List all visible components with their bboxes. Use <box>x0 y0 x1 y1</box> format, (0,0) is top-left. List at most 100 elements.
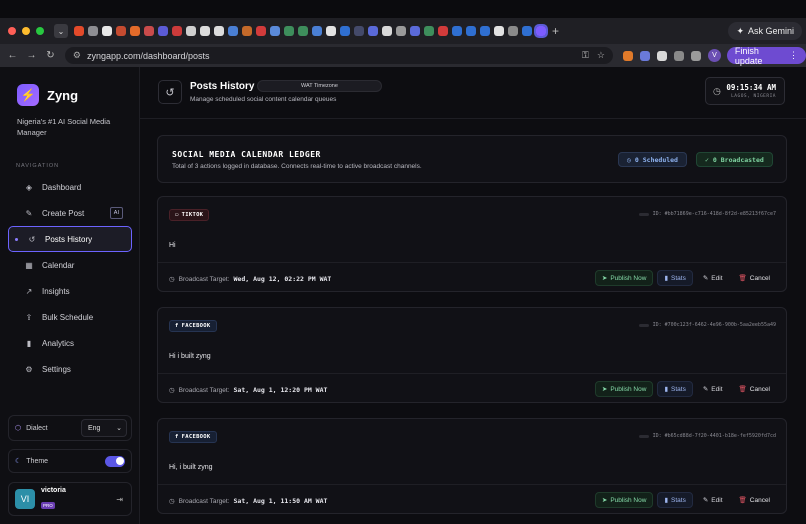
publish-now-button[interactable]: ➤ Publish Now <box>594 270 654 286</box>
publish-now-button[interactable]: ➤ Publish Now <box>594 381 654 397</box>
tab-favicon[interactable] <box>326 26 336 36</box>
tab-favicon[interactable] <box>354 26 364 36</box>
cancel-button[interactable]: 🗑 Cancel <box>733 270 777 286</box>
profile-avatar[interactable]: V <box>707 49 721 62</box>
extension-icon[interactable] <box>656 50 667 61</box>
edit-button[interactable]: ✎ Edit <box>697 381 729 397</box>
sidebar-item-bulk-schedule[interactable]: ⇪ Bulk Schedule <box>8 304 132 330</box>
brand[interactable]: ⚡ Zyng <box>17 84 78 106</box>
post-card-body: ▭ TIKTOK ID: #bb71869e-c716-418d-8f2d-e8… <box>158 197 786 262</box>
more-menu-icon: ⋮ <box>788 50 798 60</box>
side-panel-icon[interactable] <box>690 50 701 61</box>
sidebar-nav: ◈ Dashboard ✎ Create Post AI ↺ Posts His… <box>8 174 132 382</box>
password-key-icon[interactable]: ⚿ <box>582 50 589 61</box>
tab-favicon[interactable] <box>508 26 518 36</box>
finish-update-button[interactable]: Finish update ⋮ <box>726 45 806 66</box>
stats-button[interactable]: ▮ Stats <box>657 270 693 286</box>
tab-favicon[interactable] <box>214 26 224 36</box>
sidebar-item-insights[interactable]: ↗ Insights <box>8 278 132 304</box>
pro-badge: PRO <box>41 501 55 509</box>
dialect-select[interactable]: Eng ⌄ <box>81 419 127 437</box>
tab-favicon[interactable] <box>340 26 350 36</box>
forward-arrow-icon[interactable]: → <box>25 50 38 61</box>
new-tab-button[interactable]: + <box>552 24 559 38</box>
tab-favicon[interactable] <box>522 26 532 36</box>
post-actions: ➤ Publish Now ▮ Stats ✎ Edit 🗑 Cancel <box>594 270 777 286</box>
bookmark-star-icon[interactable]: ☆ <box>597 50 605 61</box>
tab-favicon[interactable] <box>74 26 84 36</box>
tab-favicon[interactable] <box>466 26 476 36</box>
brand-tagline: Nigeria's #1 AI Social Media Manager <box>17 117 111 137</box>
edit-button[interactable]: ✎ Edit <box>697 270 729 286</box>
tab-favicon[interactable] <box>424 26 434 36</box>
post-content: Hi i built zyng <box>169 353 211 360</box>
reload-icon[interactable]: ↻ <box>44 50 57 61</box>
post-card-body: f FACEBOOK ID: #b65cd88d-7f20-4401-b18e-… <box>158 419 786 484</box>
sidebar-item-settings[interactable]: ⚙ Settings <box>8 356 132 382</box>
platform-name: FACEBOOK <box>181 434 211 440</box>
post-id-text: ID: #700c123f-6462-4e96-900b-5aa2eeb55a4… <box>652 322 776 328</box>
broadcasted-badge: ✓ 0 Broadcasted <box>696 152 773 167</box>
tab-favicon[interactable] <box>158 26 168 36</box>
tab-favicon[interactable] <box>256 26 266 36</box>
site-info-icon[interactable]: ⚙ <box>73 50 81 61</box>
publish-now-button[interactable]: ➤ Publish Now <box>594 492 654 508</box>
close-window-button[interactable] <box>8 27 16 35</box>
tab-favicon[interactable] <box>130 26 140 36</box>
sidebar-item-dashboard[interactable]: ◈ Dashboard <box>8 174 132 200</box>
tab-favicon[interactable] <box>494 26 504 36</box>
tab-favicon[interactable] <box>410 26 420 36</box>
tab-favicon[interactable] <box>396 26 406 36</box>
extension-icon[interactable] <box>622 50 633 61</box>
language-icon: ⬡ <box>15 425 22 432</box>
tab-favicon[interactable] <box>116 26 126 36</box>
user-card[interactable]: VI victoria PRO ⇥ <box>8 482 132 516</box>
post-id: ID: #bb71869e-c716-418d-8f2d-e85213f67ce… <box>638 211 776 217</box>
stats-button[interactable]: ▮ Stats <box>657 381 693 397</box>
minimize-window-button[interactable] <box>22 27 30 35</box>
active-tab-favicon[interactable] <box>534 24 548 38</box>
edit-icon: ✎ <box>702 497 709 504</box>
sidebar-item-calendar[interactable]: ▦ Calendar <box>8 252 132 278</box>
theme-toggle[interactable] <box>105 455 125 467</box>
sidebar-item-analytics[interactable]: ▮ Analytics <box>8 330 132 356</box>
logout-icon[interactable]: ⇥ <box>116 495 123 504</box>
tab-favicon[interactable] <box>88 26 98 36</box>
tab-favicon[interactable] <box>172 26 182 36</box>
send-icon: ➤ <box>601 275 608 282</box>
id-indicator <box>638 434 649 438</box>
tab-favicon[interactable] <box>312 26 322 36</box>
tab-favicon[interactable] <box>368 26 378 36</box>
cancel-button[interactable]: 🗑 Cancel <box>733 492 777 508</box>
tab-favicon[interactable] <box>242 26 252 36</box>
tab-favicon[interactable] <box>438 26 448 36</box>
tab-search-icon[interactable]: ⌄ <box>54 24 68 38</box>
cancel-button[interactable]: 🗑 Cancel <box>733 381 777 397</box>
tab-favicon[interactable] <box>186 26 196 36</box>
tab-favicon[interactable] <box>298 26 308 36</box>
tab-favicon[interactable] <box>144 26 154 36</box>
sidebar-item-label: Bulk Schedule <box>42 312 94 322</box>
back-arrow-icon[interactable]: ← <box>6 50 19 61</box>
tab-favicon[interactable] <box>452 26 462 36</box>
sidebar-item-create-post[interactable]: ✎ Create Post AI <box>8 200 132 226</box>
finish-update-label: Finish update <box>734 45 763 66</box>
ask-gemini-button[interactable]: ✦ Ask Gemini <box>728 22 802 40</box>
tab-favicon[interactable] <box>228 26 238 36</box>
tab-favicon[interactable] <box>270 26 280 36</box>
maximize-window-button[interactable] <box>36 27 44 35</box>
tab-favicon[interactable] <box>284 26 294 36</box>
publish-now-label: Publish Now <box>610 385 647 393</box>
tab-favicon[interactable] <box>200 26 210 36</box>
edit-button[interactable]: ✎ Edit <box>697 492 729 508</box>
stats-button[interactable]: ▮ Stats <box>657 492 693 508</box>
extensions-puzzle-icon[interactable] <box>673 50 684 61</box>
trash-icon: 🗑 <box>738 275 747 282</box>
tab-favicon[interactable] <box>480 26 490 36</box>
tab-favicon[interactable] <box>382 26 392 36</box>
facebook-icon: f <box>175 434 179 440</box>
tab-favicon[interactable] <box>102 26 112 36</box>
sidebar-item-posts-history[interactable]: ↺ Posts History <box>8 226 132 252</box>
address-bar[interactable]: ⚙ zyngapp.com/dashboard/posts ⚿ ☆ <box>64 47 613 64</box>
extension-icon[interactable] <box>639 50 650 61</box>
